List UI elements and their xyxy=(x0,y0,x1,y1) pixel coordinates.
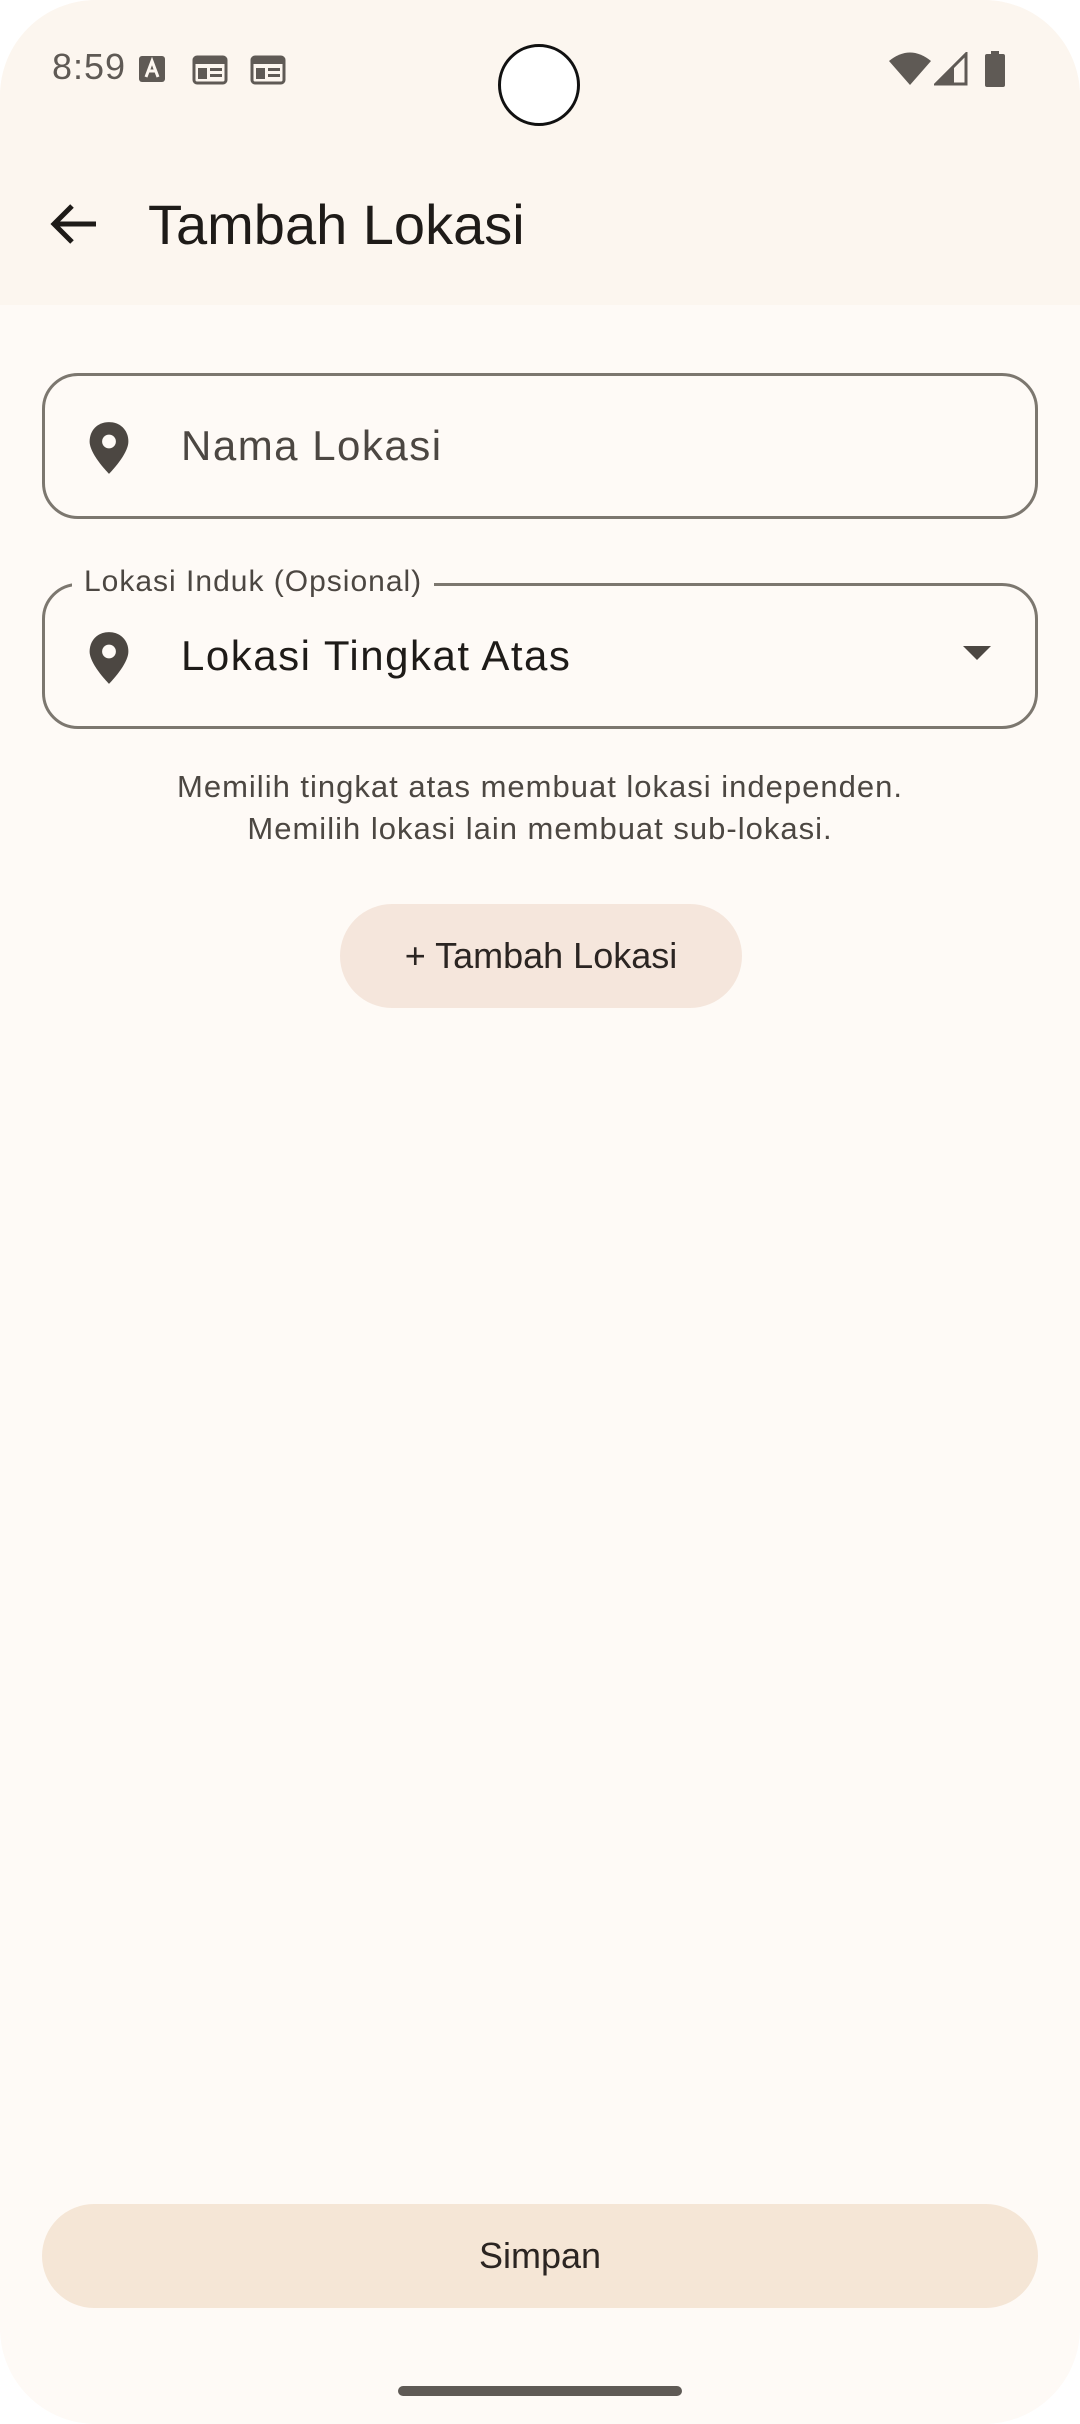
helper-text: Memilih tingkat atas membuat lokasi inde… xyxy=(0,766,1080,850)
save-button[interactable]: Simpan xyxy=(42,2204,1038,2308)
parent-location-dropdown[interactable]: Lokasi Tingkat Atas xyxy=(42,583,1038,729)
location-name-input[interactable] xyxy=(181,376,961,516)
helper-text-line-2: Memilih lokasi lain membuat sub-lokasi. xyxy=(247,811,833,846)
wifi-icon xyxy=(889,52,931,85)
status-time: 8:59 xyxy=(52,46,127,87)
battery-icon xyxy=(985,51,1005,87)
calendar-icon xyxy=(192,55,228,85)
parent-location-value: Lokasi Tingkat Atas xyxy=(181,632,572,679)
helper-text-line-1: Memilih tingkat atas membuat lokasi inde… xyxy=(177,769,903,804)
location-name-field[interactable] xyxy=(42,373,1038,519)
page-title: Tambah Lokasi xyxy=(148,193,525,256)
back-button[interactable] xyxy=(36,186,112,262)
home-indicator[interactable] xyxy=(398,2386,682,2396)
location-pin-icon xyxy=(89,422,129,474)
arrow-left-icon xyxy=(50,204,96,244)
screen: 8:59 Tambah Lokasi Nama Lokasi Lokasi Ti… xyxy=(0,0,1080,2424)
add-location-button[interactable]: + Tambah Lokasi xyxy=(340,904,742,1008)
calendar-icon xyxy=(250,55,286,85)
camera-cutout xyxy=(498,44,580,126)
location-pin-icon xyxy=(89,632,129,684)
parent-location-label: Lokasi Induk (Opsional) xyxy=(72,563,435,601)
signal-icon xyxy=(934,52,968,86)
text-notification-icon xyxy=(139,56,165,82)
dropdown-arrow-icon xyxy=(963,646,991,660)
